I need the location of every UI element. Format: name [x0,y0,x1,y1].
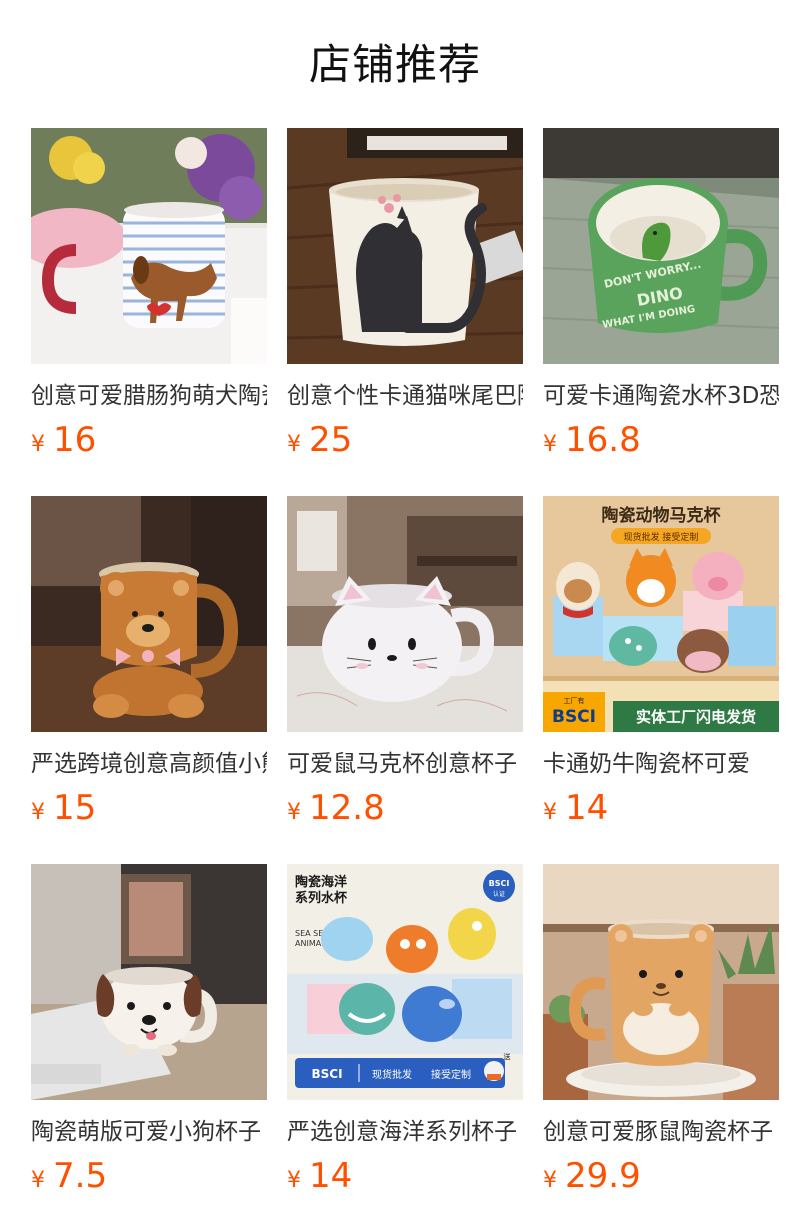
poster-bar-logo: BSCI [311,1067,342,1081]
product-price: ¥12.8 [287,788,523,828]
product-card[interactable]: DON'T WORRY... DINO WHAT I'M DOING 可爱卡通陶… [543,128,779,464]
product-price: ¥16 [31,420,267,460]
product-title[interactable]: 严选创意海洋系列杯子 [287,1116,523,1148]
puppy-mug-photo [31,864,267,1100]
ocean-series-poster: 陶瓷海洋 系列水杯 SEA SERIES ANIMAL MUG BSCI 认证 [287,864,523,1100]
product-title[interactable]: 陶瓷萌版可爱小狗杯子 [31,1116,267,1148]
product-image[interactable]: DON'T WORRY... DINO WHAT I'M DOING [543,128,779,364]
product-price: ¥14 [287,1156,523,1196]
product-price: ¥25 [287,420,523,460]
product-image[interactable] [287,128,523,364]
product-image[interactable] [31,864,267,1100]
currency-symbol: ¥ [543,800,557,825]
poster-bar-1: 现货批发 [372,1068,412,1081]
price-value: 15 [53,788,97,828]
price-value: 25 [309,420,353,460]
price-value: 29.9 [565,1156,641,1196]
product-card[interactable]: 严选跨境创意高颜值小熊马克杯 ¥15 [31,496,267,832]
product-title[interactable]: 严选跨境创意高颜值小熊马克杯 [31,748,267,780]
product-title[interactable]: 可爱卡通陶瓷水杯3D恐龙马克杯 [543,380,779,412]
shop-recommendation-page: 店铺推荐 创意可爱腊肠狗萌犬陶 ¥ 16 创意个性卡通猫咪尾巴 ¥ 25 DON… [0,0,790,1232]
price-value: 14 [309,1156,353,1196]
currency-symbol: ¥ [31,1168,45,1193]
product-image[interactable] [543,864,779,1100]
product-image[interactable]: 陶瓷动物马克杯 现货批发 接受定制 工厂有 BSCI 实体工厂闪电发货 [543,496,779,732]
product-title[interactable]: 可爱鼠马克杯创意杯子 [287,748,523,780]
animal-mug-poster: 陶瓷动物马克杯 现货批发 接受定制 工厂有 BSCI 实体工厂闪电发货 [543,496,779,732]
poster-banner: 实体工厂闪电发货 [636,708,756,726]
price-value: 16.8 [565,420,641,460]
product-image[interactable] [287,496,523,732]
poster-logo-small: 工厂有 [564,696,585,705]
product-price: ¥16.8 [543,420,779,460]
poster-tag: 现货批发 接受定制 [624,531,699,543]
product-title[interactable]: 创意可爱腊肠狗萌犬陶瓷马克杯 [31,380,267,412]
product-card[interactable]: 可爱鼠马克杯创意杯子 ¥12.8 [287,496,523,832]
poster-badge-sub: 认证 [493,890,505,898]
product-price: ¥29.9 [543,1156,779,1196]
currency-symbol: ¥ [287,432,301,457]
currency-symbol: ¥ [543,432,557,457]
product-image[interactable]: 陶瓷海洋 系列水杯 SEA SERIES ANIMAL MUG BSCI 认证 [287,864,523,1100]
product-card[interactable]: 陶瓷动物马克杯 现货批发 接受定制 工厂有 BSCI 实体工厂闪电发货 卡通奶牛… [543,496,779,832]
currency-symbol: ¥ [31,432,45,457]
poster-badge: BSCI [489,879,510,888]
bear-mug-photo [31,496,267,732]
poster-logo: BSCI [552,707,596,727]
currency-symbol: ¥ [287,800,301,825]
product-price: ¥7.5 [31,1156,267,1196]
product-title[interactable]: 创意个性卡通猫咪尾巴陶瓷杯 [287,380,523,412]
product-card[interactable]: 创意可爱豚鼠陶瓷杯子 ¥29.9 [543,864,779,1200]
product-card[interactable]: 陶瓷海洋 系列水杯 SEA SERIES ANIMAL MUG BSCI 认证 [287,864,523,1200]
currency-symbol: ¥ [31,800,45,825]
product-card[interactable]: 创意个性卡通猫咪尾巴陶瓷杯 ¥25 [287,128,523,464]
section-title: 店铺推荐 [308,40,481,89]
price-value: 16 [53,420,97,460]
poster-headline-2: 系列水杯 [295,890,348,906]
product-price: ¥15 [31,788,267,828]
product-grid: 创意可爱腊肠狗萌犬陶瓷马克杯 ¥16 [31,128,779,1200]
product-title[interactable]: 卡通奶牛陶瓷杯可爱 [543,748,779,780]
product-card[interactable]: 陶瓷萌版可爱小狗杯子 ¥7.5 [31,864,267,1200]
currency-symbol: ¥ [287,1168,301,1193]
price-value: 14 [565,788,609,828]
poster-bar-2: 接受定制 [431,1068,471,1081]
product-image[interactable] [31,128,267,364]
poster-headline: 陶瓷动物马克杯 [602,505,721,526]
price-value: 7.5 [53,1156,108,1196]
dino-mug-photo: DON'T WORRY... DINO WHAT I'M DOING [543,128,779,364]
product-price: ¥14 [543,788,779,828]
cat-tail-mug-photo [287,128,523,364]
hamster-mug-photo [543,864,779,1100]
dachshund-mug-photo [31,128,267,364]
poster-headline-1: 陶瓷海洋 [295,874,347,890]
product-card[interactable]: 创意可爱腊肠狗萌犬陶瓷马克杯 ¥16 [31,128,267,464]
currency-symbol: ¥ [543,1168,557,1193]
mouse-mug-photo [287,496,523,732]
product-image[interactable] [31,496,267,732]
price-value: 12.8 [309,788,385,828]
poster-gift: 送 [504,1052,511,1061]
product-title[interactable]: 创意可爱豚鼠陶瓷杯子 [543,1116,779,1148]
